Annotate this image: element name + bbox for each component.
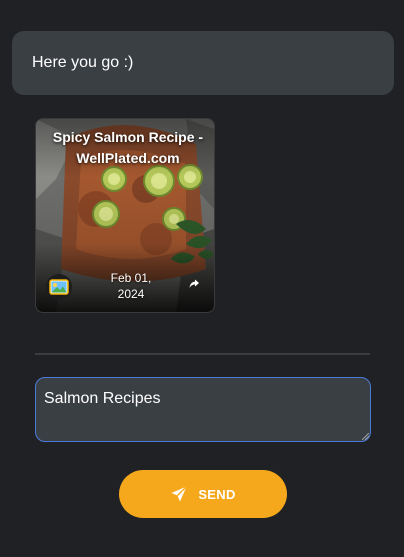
card-title: Spicy Salmon Recipe - WellPlated.com xyxy=(52,129,204,166)
paper-plane-icon xyxy=(171,486,188,502)
card-date: Feb 01, 2024 xyxy=(110,271,152,301)
send-label: SEND xyxy=(198,486,236,502)
share-icon[interactable] xyxy=(188,278,200,290)
recipe-card[interactable]: Spicy Salmon Recipe - WellPlated.com Feb… xyxy=(35,118,215,313)
send-button[interactable]: SEND xyxy=(119,470,287,518)
divider xyxy=(35,353,370,355)
assistant-message-text: Here you go :) xyxy=(32,54,134,71)
assistant-message-bubble: Here you go :) xyxy=(12,31,394,95)
resize-grip-icon[interactable] xyxy=(362,433,369,440)
message-input[interactable]: Salmon Recipes xyxy=(35,377,371,442)
image-icon xyxy=(46,274,72,300)
